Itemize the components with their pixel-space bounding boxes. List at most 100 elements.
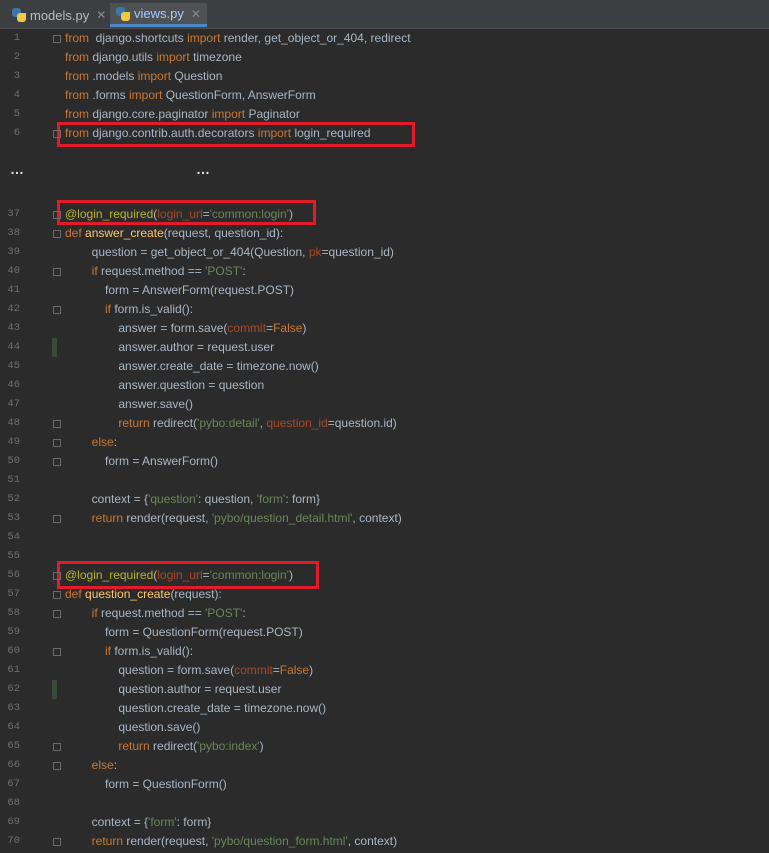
code-token: redirect( bbox=[149, 416, 198, 430]
line-number: 2 bbox=[13, 51, 20, 63]
code-line[interactable]: 45 answer.create_date = timezone.now() bbox=[0, 357, 769, 376]
code-line[interactable]: 53 return render(request, 'pybo/question… bbox=[0, 509, 769, 528]
code-line[interactable]: 46 answer.question = question bbox=[0, 376, 769, 395]
line-number: 68 bbox=[7, 797, 20, 809]
line-number: 57 bbox=[7, 588, 20, 600]
code-line[interactable]: 42 if form.is_valid(): bbox=[0, 300, 769, 319]
code-line[interactable]: 1 from django.shortcuts import render, ge… bbox=[0, 29, 769, 48]
code-token: @login_required bbox=[65, 568, 154, 582]
fold-icon[interactable] bbox=[53, 35, 61, 43]
fold-icon[interactable] bbox=[53, 591, 61, 599]
code-token: , context) bbox=[347, 834, 398, 848]
code-line[interactable]: 57 def question_create(request): bbox=[0, 585, 769, 604]
code-line[interactable]: 37 @login_required(login_url='common:logi… bbox=[0, 205, 769, 224]
tab-views-py[interactable]: views.py ✕ bbox=[110, 3, 207, 27]
fold-icon[interactable] bbox=[53, 515, 61, 523]
fold-icon[interactable] bbox=[53, 838, 61, 846]
code-line[interactable]: 47 answer.save() bbox=[0, 395, 769, 414]
code-line[interactable]: 50 form = AnswerForm() bbox=[0, 452, 769, 471]
code-line[interactable]: 39 question = get_object_or_404(Question… bbox=[0, 243, 769, 262]
fold-icon[interactable] bbox=[53, 306, 61, 314]
code-line[interactable]: 3 from .models import Question bbox=[0, 67, 769, 86]
code-line[interactable]: 48 return redirect('pybo:detail', questi… bbox=[0, 414, 769, 433]
code-line[interactable]: 40 if request.method == 'POST': bbox=[0, 262, 769, 281]
fold-icon[interactable] bbox=[53, 458, 61, 466]
fold-icon[interactable] bbox=[53, 762, 61, 770]
code-line[interactable]: 51 bbox=[0, 471, 769, 490]
vcs-change-marker[interactable] bbox=[52, 680, 57, 699]
code-line[interactable]: 61 question = form.save(commit=False) bbox=[0, 661, 769, 680]
code-token: from bbox=[65, 69, 89, 83]
code-line[interactable]: 68 bbox=[0, 794, 769, 813]
fold-icon[interactable] bbox=[53, 130, 61, 138]
code-token: 'question' bbox=[148, 492, 198, 506]
line-number: 47 bbox=[7, 398, 20, 410]
code-token: login_url bbox=[157, 568, 203, 582]
code-text: return redirect('pybo:index') bbox=[65, 737, 263, 756]
code-text: if form.is_valid(): bbox=[65, 300, 193, 319]
code-line[interactable]: 67 form = QuestionForm() bbox=[0, 775, 769, 794]
code-line[interactable]: 64 question.save() bbox=[0, 718, 769, 737]
fold-icon[interactable] bbox=[53, 648, 61, 656]
code-line[interactable]: 60 if form.is_valid(): bbox=[0, 642, 769, 661]
close-icon[interactable]: ✕ bbox=[96, 8, 106, 22]
code-line[interactable]: 65 return redirect('pybo:index') bbox=[0, 737, 769, 756]
line-number: 50 bbox=[7, 455, 20, 467]
code-token: redirect( bbox=[149, 739, 198, 753]
fold-icon[interactable] bbox=[53, 268, 61, 276]
code-text: question.author = request.user bbox=[65, 680, 281, 699]
fold-icon[interactable] bbox=[53, 610, 61, 618]
code-line[interactable]: 69 context = {'form': form} bbox=[0, 813, 769, 832]
code-token: answer.author = request.user bbox=[65, 340, 275, 354]
code-line[interactable]: 44 answer.author = request.user bbox=[0, 338, 769, 357]
code-line[interactable]: 54 bbox=[0, 528, 769, 547]
vcs-change-marker[interactable] bbox=[52, 338, 57, 357]
close-icon[interactable]: ✕ bbox=[191, 7, 201, 21]
line-number: 39 bbox=[7, 246, 20, 258]
code-line[interactable]: 62 question.author = request.user bbox=[0, 680, 769, 699]
code-text: answer.question = question bbox=[65, 376, 264, 395]
fold-icon[interactable] bbox=[53, 439, 61, 447]
code-token: django.shortcuts bbox=[89, 31, 188, 45]
code-token: return bbox=[91, 511, 124, 525]
code-line[interactable]: 38 def answer_create(request, question_id… bbox=[0, 224, 769, 243]
code-token: : question, bbox=[198, 492, 257, 506]
fold-icon[interactable] bbox=[53, 211, 61, 219]
code-text: question.create_date = timezone.now() bbox=[65, 699, 326, 718]
code-line[interactable]: 41 form = AnswerForm(request.POST) bbox=[0, 281, 769, 300]
code-editor[interactable]: … … 1 from django.shortcuts import render… bbox=[0, 29, 769, 853]
code-line[interactable]: 5 from django.core.paginator import Pagin… bbox=[0, 105, 769, 124]
code-token: context = { bbox=[65, 492, 149, 506]
code-line[interactable]: 52 context = {'question': question, 'for… bbox=[0, 490, 769, 509]
fold-icon[interactable] bbox=[53, 572, 61, 580]
code-line[interactable]: 70 return render(request, 'pybo/question… bbox=[0, 832, 769, 851]
code-token: django.core.paginator bbox=[89, 107, 212, 121]
code-token: import bbox=[187, 31, 221, 45]
code-line[interactable]: 59 form = QuestionForm(request.POST) bbox=[0, 623, 769, 642]
fold-icon[interactable] bbox=[53, 420, 61, 428]
code-token: question = get_object_or_404(Question, bbox=[65, 245, 309, 259]
code-token: import bbox=[156, 50, 190, 64]
tab-models-py[interactable]: models.py ✕ bbox=[6, 3, 112, 27]
code-line[interactable]: 4 from .forms import QuestionForm, Answer… bbox=[0, 86, 769, 105]
code-line[interactable]: 63 question.create_date = timezone.now() bbox=[0, 699, 769, 718]
code-line[interactable]: 2 from django.utils import timezone bbox=[0, 48, 769, 67]
code-line[interactable]: 66 else: bbox=[0, 756, 769, 775]
line-number: 48 bbox=[7, 417, 20, 429]
code-line[interactable]: 58 if request.method == 'POST': bbox=[0, 604, 769, 623]
editor-tab-bar: models.py ✕ views.py ✕ bbox=[0, 0, 769, 29]
code-token: form = QuestionForm() bbox=[65, 777, 227, 791]
fold-icon[interactable] bbox=[53, 230, 61, 238]
code-token: answer.question = question bbox=[65, 378, 265, 392]
code-token: .forms bbox=[89, 88, 130, 102]
code-text: from .forms import QuestionForm, AnswerF… bbox=[65, 86, 316, 105]
code-text: return render(request, 'pybo/question_fo… bbox=[65, 832, 397, 851]
code-line[interactable]: 55 bbox=[0, 547, 769, 566]
line-number: 51 bbox=[7, 474, 20, 486]
code-token: return bbox=[118, 416, 150, 430]
code-line[interactable]: 49 else: bbox=[0, 433, 769, 452]
code-line[interactable]: 43 answer = form.save(commit=False) bbox=[0, 319, 769, 338]
fold-icon[interactable] bbox=[53, 743, 61, 751]
code-line[interactable]: 56 @login_required(login_url='common:logi… bbox=[0, 566, 769, 585]
code-line[interactable]: 6 from django.contrib.auth.decorators imp… bbox=[0, 124, 769, 143]
